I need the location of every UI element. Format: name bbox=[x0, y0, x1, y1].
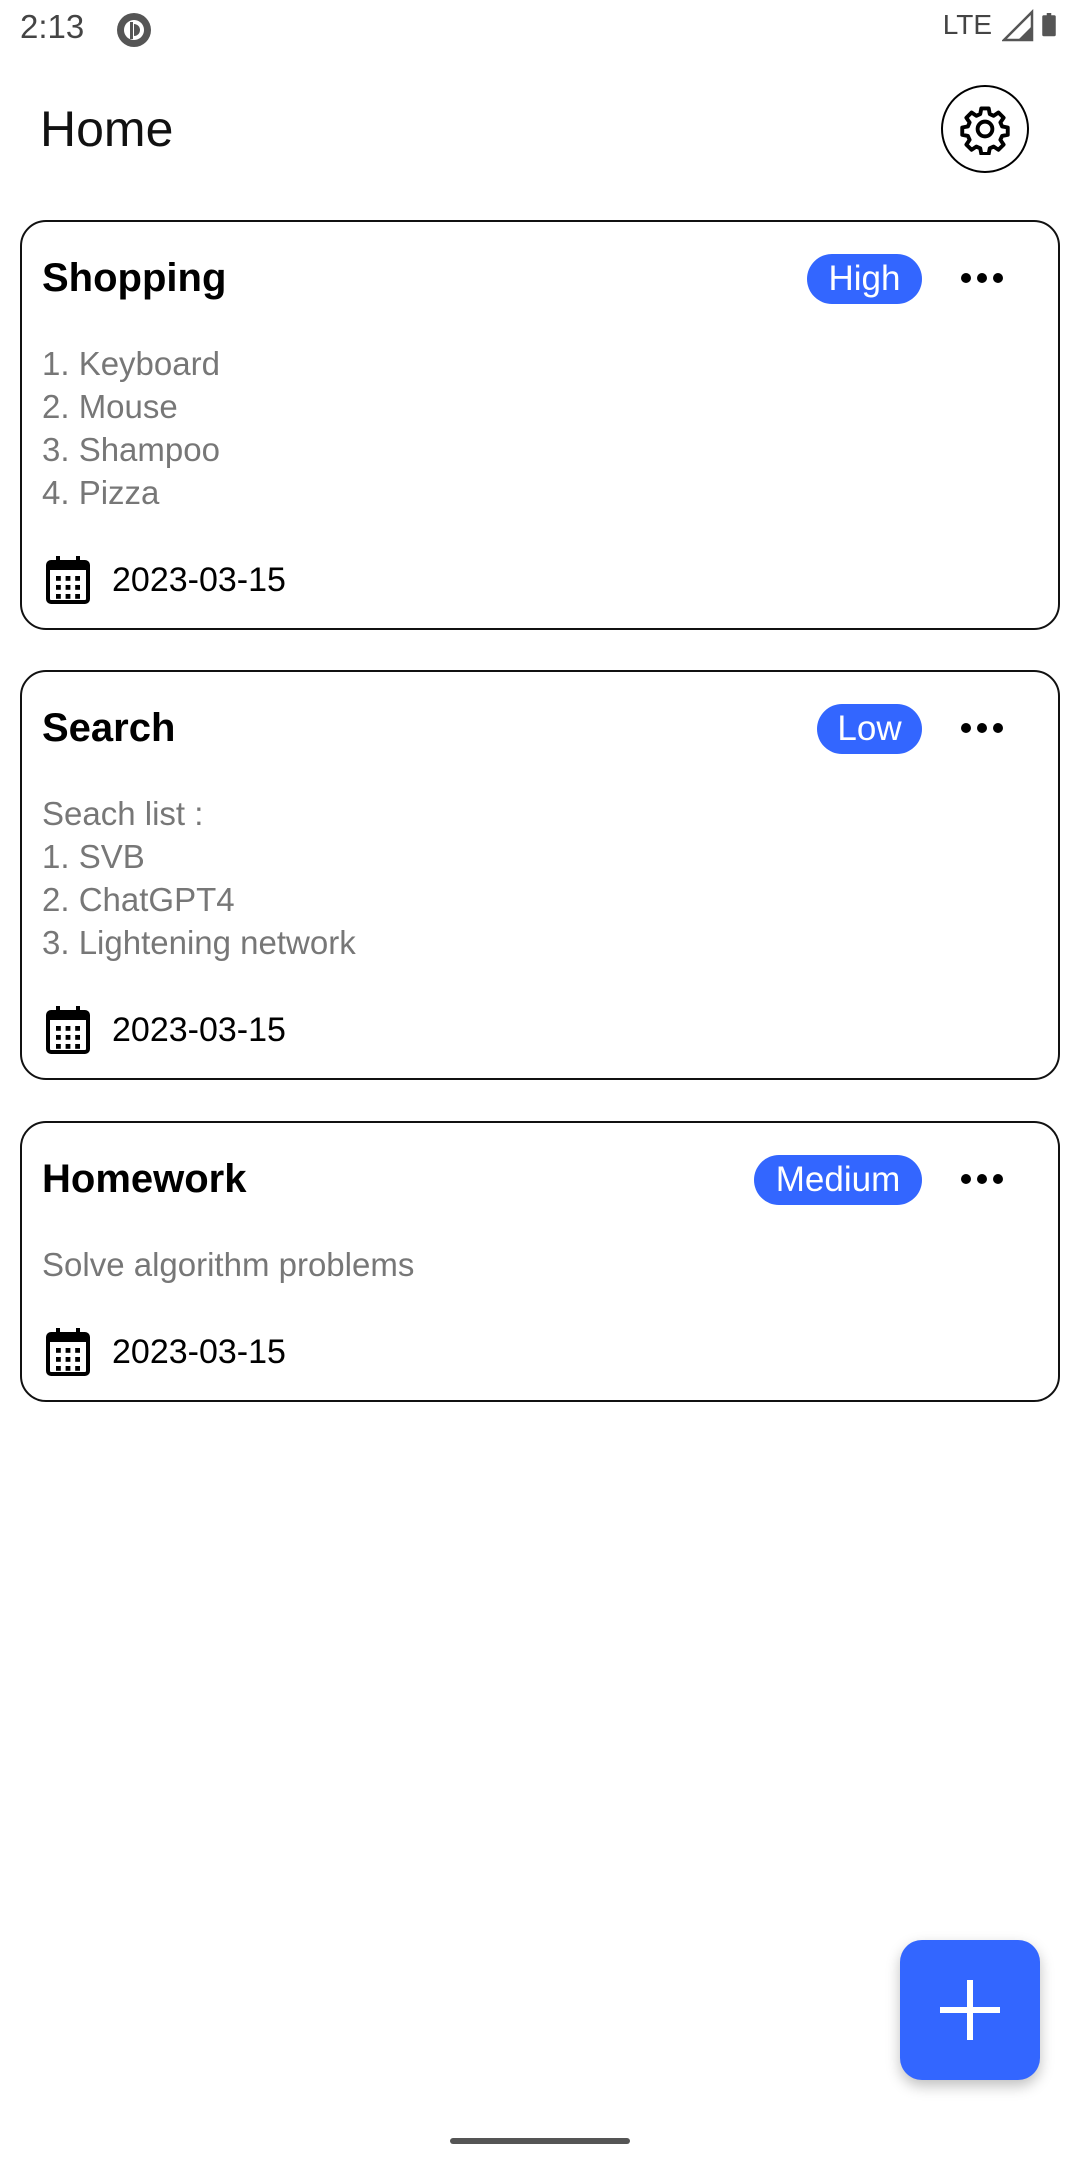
task-title: Homework bbox=[42, 1157, 247, 1201]
priority-badge: Medium bbox=[754, 1155, 922, 1205]
task-line: 3. Shampoo bbox=[42, 431, 220, 468]
status-right: LTE bbox=[943, 8, 1064, 42]
settings-button[interactable] bbox=[941, 85, 1029, 173]
more-dot bbox=[977, 273, 987, 283]
add-task-button[interactable] bbox=[900, 1940, 1040, 2080]
more-dot bbox=[961, 723, 971, 733]
task-card-shopping[interactable]: Shopping High 1. Keyboard 2. Mouse 3. Sh… bbox=[20, 220, 1060, 630]
home-screen: 2:13 LTE Home Shopping High 1. Keyboard … bbox=[0, 0, 1080, 2160]
task-date: 2023-03-15 bbox=[112, 1332, 286, 1371]
task-line: Solve algorithm problems bbox=[42, 1246, 415, 1283]
task-line: 1. Keyboard bbox=[42, 345, 220, 382]
status-time: 2:13 bbox=[20, 8, 85, 45]
network-type: LTE bbox=[942, 9, 992, 40]
task-date: 2023-03-15 bbox=[112, 1010, 286, 1049]
more-dot bbox=[961, 1174, 971, 1184]
task-date: 2023-03-15 bbox=[112, 560, 286, 599]
task-line: 4. Pizza bbox=[42, 474, 160, 511]
status-bar: 2:13 LTE bbox=[0, 0, 1080, 60]
home-indicator[interactable] bbox=[450, 2138, 630, 2144]
task-title: Search bbox=[42, 706, 176, 750]
more-options-button[interactable] bbox=[952, 1159, 1012, 1199]
task-description: 1. Keyboard 2. Mouse 3. Shampoo 4. Pizza bbox=[42, 342, 220, 514]
more-dot bbox=[993, 273, 1003, 283]
task-line: 2. Mouse bbox=[42, 388, 178, 425]
more-dot bbox=[977, 723, 987, 733]
task-line: 1. SVB bbox=[42, 838, 145, 875]
task-line: 2. ChatGPT4 bbox=[42, 881, 235, 918]
calendar-icon bbox=[46, 1328, 90, 1376]
calendar-icon bbox=[46, 1006, 90, 1054]
priority-badge: Low bbox=[817, 704, 922, 754]
priority-badge: High bbox=[807, 254, 922, 304]
more-dot bbox=[993, 723, 1003, 733]
task-card-search[interactable]: Search Low Seach list : 1. SVB 2. ChatGP… bbox=[20, 670, 1060, 1080]
task-line: 3. Lightening network bbox=[42, 924, 356, 961]
signal-icon bbox=[1002, 8, 1034, 42]
calendar-icon bbox=[46, 556, 90, 604]
more-options-button[interactable] bbox=[952, 258, 1012, 298]
task-title: Shopping bbox=[42, 256, 227, 300]
more-dot bbox=[993, 1174, 1003, 1184]
task-date-row: 2023-03-15 bbox=[44, 554, 286, 606]
task-date-row: 2023-03-15 bbox=[44, 1004, 286, 1056]
more-dot bbox=[977, 1174, 987, 1184]
task-card-homework[interactable]: Homework Medium Solve algorithm problems… bbox=[20, 1121, 1060, 1402]
task-line: Seach list : bbox=[42, 795, 204, 832]
battery-icon bbox=[1042, 13, 1056, 37]
gear-icon bbox=[960, 106, 1010, 155]
more-options-button[interactable] bbox=[952, 708, 1012, 748]
task-description: Solve algorithm problems bbox=[42, 1243, 414, 1286]
app-header: Home bbox=[0, 60, 1080, 210]
plus-icon bbox=[940, 1980, 1000, 2040]
task-description: Seach list : 1. SVB 2. ChatGPT4 3. Light… bbox=[42, 792, 356, 964]
app-notification-icon bbox=[117, 13, 151, 47]
task-date-row: 2023-03-15 bbox=[44, 1326, 286, 1378]
more-dot bbox=[961, 273, 971, 283]
page-title: Home bbox=[40, 101, 174, 157]
